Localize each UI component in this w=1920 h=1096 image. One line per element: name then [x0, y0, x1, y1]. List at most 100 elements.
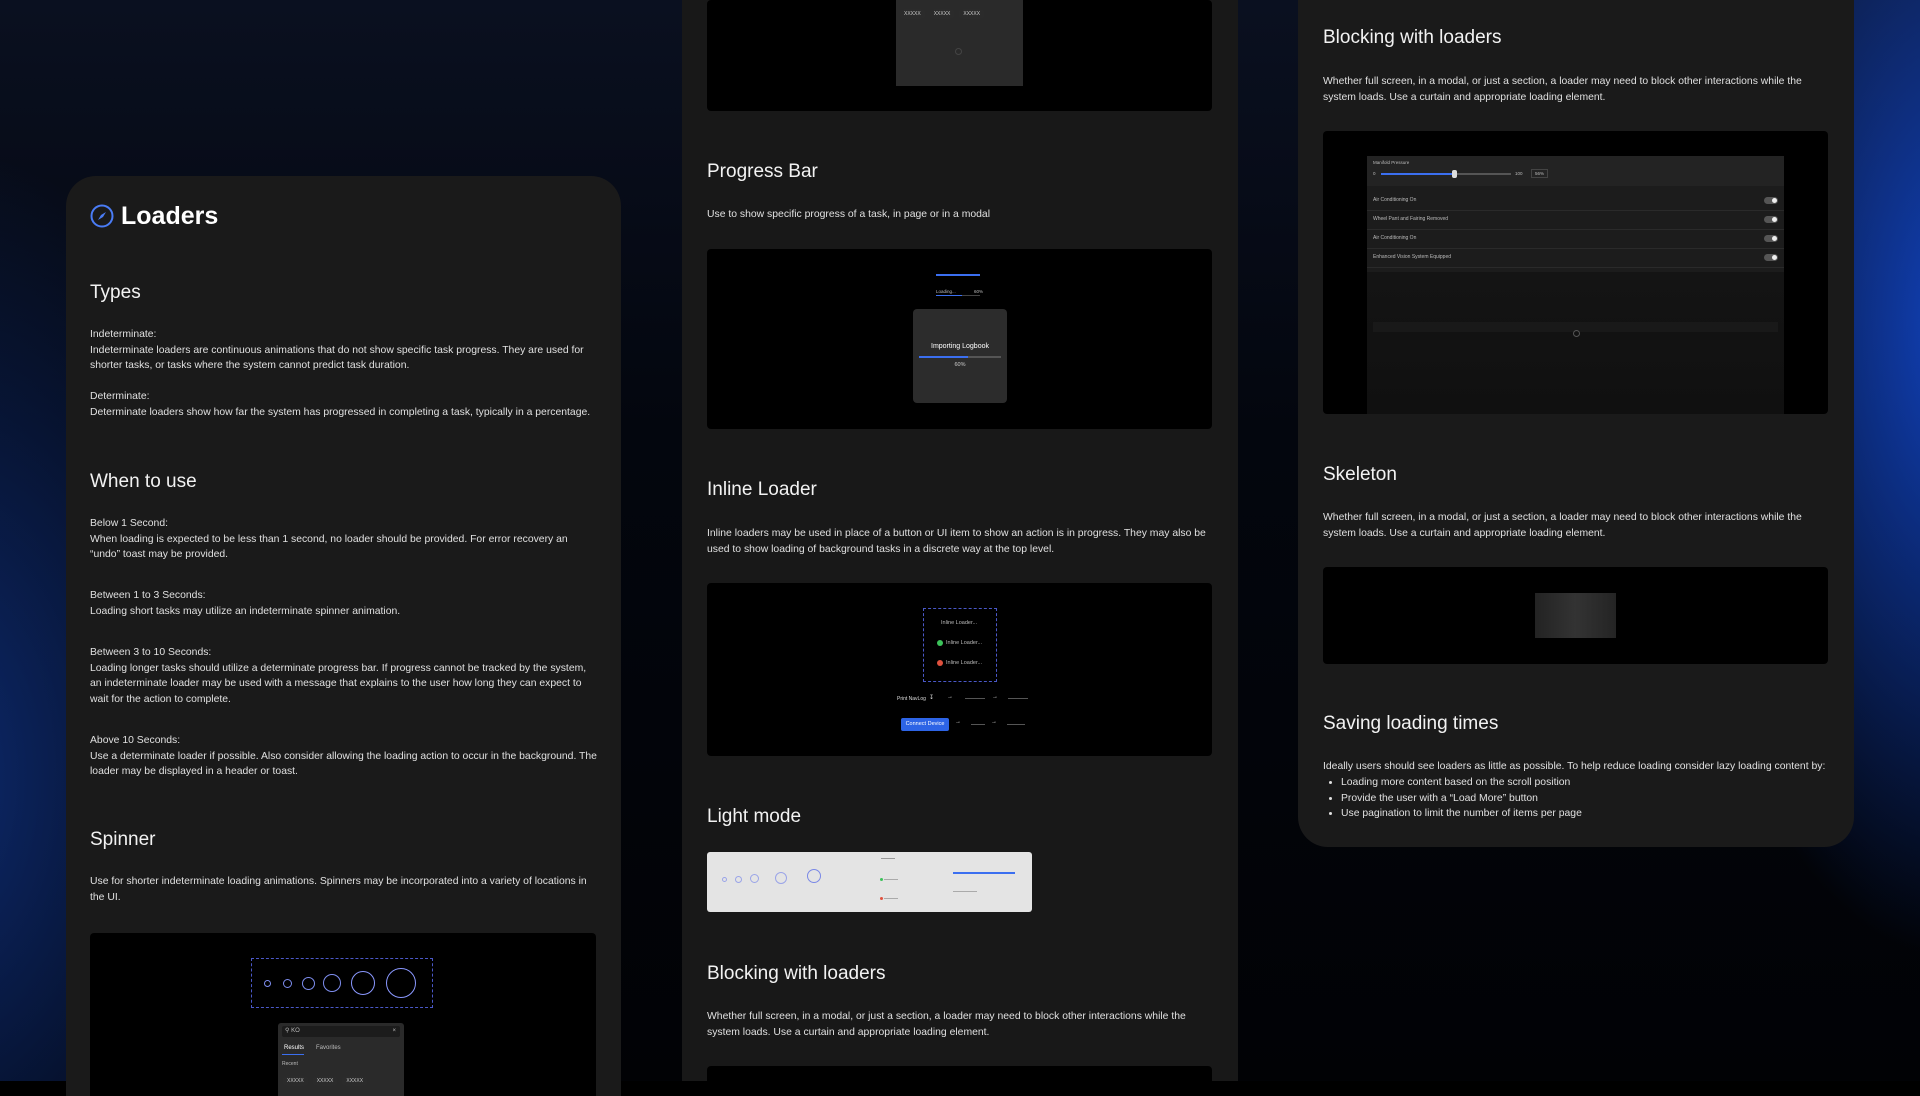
top-chip[interactable]: XXXXX — [958, 9, 986, 19]
error-icon — [937, 660, 943, 666]
light-spinner — [775, 872, 787, 884]
search-value: KO — [291, 1028, 300, 1034]
toggle-switch[interactable] — [1764, 197, 1778, 204]
toggle-row: Wheel Pant and Fairing Removed — [1367, 211, 1784, 230]
light-inline-line — [881, 858, 895, 859]
top-chip[interactable]: XXXXX — [928, 9, 956, 19]
progress-modal: Importing Logbook 60% — [913, 309, 1007, 403]
light-inline-line — [884, 898, 898, 899]
below1-label: Below 1 Second: — [90, 518, 168, 529]
search-popover: ⚲ KO × Results Favorites Recent XXXXX XXX… — [278, 1023, 404, 1096]
slider-min: 0 — [1373, 171, 1376, 176]
progress-track-top — [936, 274, 980, 276]
blocking-panel: Blocking with loaders Whether full scree… — [1298, 0, 1854, 847]
manifold-label: Manifold Pressure — [1373, 160, 1410, 165]
indeterminate-text: Indeterminate loaders are continuous ani… — [90, 344, 584, 372]
spinner-xs — [264, 980, 271, 987]
between310-block: Between 3 to 10 Seconds: Loading longer … — [90, 645, 600, 707]
determinate-text: Determinate loaders show how far the sys… — [90, 406, 591, 418]
between13-text: Loading short tasks may utilize an indet… — [90, 605, 401, 617]
blocking-heading-2: Blocking with loaders — [707, 963, 886, 984]
light-spinner — [735, 876, 742, 883]
spinner-text: Use for shorter indeterminate loading an… — [90, 876, 587, 903]
arrow-right-icon: → — [991, 719, 997, 725]
modal-title: Importing Logbook — [931, 343, 989, 350]
top-chips: XXXXX XXXXX XXXXX — [899, 2, 988, 20]
toggle-label: Enhanced Vision System Equipped — [1373, 254, 1452, 260]
above10-label: Above 10 Seconds: — [90, 735, 181, 746]
manifold-slider-handle[interactable] — [1451, 170, 1457, 178]
progress-small-track — [936, 295, 980, 296]
recent-chip[interactable]: XXXXX — [311, 1076, 339, 1086]
light-inline-line — [884, 879, 898, 880]
top-demo: XXXXX XXXXX XXXXX — [707, 0, 1212, 111]
manifold-slider[interactable] — [1381, 170, 1511, 178]
inline-item-2: Inline Loader... — [946, 640, 983, 646]
toggle-label: Air Conditioning On — [1373, 235, 1417, 241]
progress-panel: XXXXX XXXXX XXXXX Progress Bar Use to show… — [682, 0, 1238, 1081]
light-error-icon — [880, 897, 883, 900]
saving-text: Ideally users should see loaders as litt… — [1323, 761, 1826, 772]
inline-step-bar — [1008, 698, 1028, 699]
compass-icon — [90, 204, 114, 228]
recent-label: Recent — [282, 1061, 298, 1067]
spinner-xl — [351, 971, 375, 995]
toggle-switch[interactable] — [1764, 216, 1778, 223]
page-title: Loaders — [121, 202, 219, 230]
light-check-icon — [880, 878, 883, 881]
toggle-row: Air Conditioning On — [1367, 230, 1784, 249]
blocking-demo: Manifold Pressure 0 100 56% Air Conditio… — [1323, 131, 1828, 414]
light-progress-track — [953, 891, 977, 892]
saving-bullet: Loading more content based on the scroll… — [1341, 775, 1841, 791]
tab-results[interactable]: Results — [284, 1045, 304, 1051]
toggle-row: Air Conditioning On — [1367, 192, 1784, 211]
inline-item-3: Inline Loader... — [946, 660, 983, 666]
slider-max: 100 — [1515, 171, 1523, 176]
light-spinner — [807, 869, 821, 883]
blocking-text-2: Whether full screen, in a modal, or just… — [707, 1011, 1186, 1038]
determinate-block: Determinate: Determinate loaders show ho… — [90, 389, 600, 420]
inline-step-bar — [965, 698, 985, 699]
blocking-spinner — [1573, 330, 1580, 337]
between13-block: Between 1 to 3 Seconds: Loading short ta… — [90, 588, 600, 619]
modal-pct: 60% — [954, 362, 966, 368]
inline-heading: Inline Loader — [707, 479, 817, 500]
indeterminate-block: Indeterminate: Indeterminate loaders are… — [90, 327, 600, 374]
inline-item-1: Inline Loader... — [941, 620, 978, 626]
inline-demo: Inline Loader... Inline Loader... Inline… — [707, 583, 1212, 756]
between13-label: Between 1 to 3 Seconds: — [90, 590, 206, 601]
recent-chips: XXXXX XXXXX XXXXX — [282, 1069, 371, 1087]
toggle-switch[interactable] — [1764, 254, 1778, 261]
saving-bullet: Use pagination to limit the number of it… — [1341, 806, 1841, 822]
blocking-screen: Manifold Pressure 0 100 56% Air Conditio… — [1367, 156, 1784, 414]
print-navlog-label[interactable]: Print NavLog — [897, 696, 926, 702]
above10-text: Use a determinate loader if possible. Al… — [90, 750, 597, 778]
skeleton-demo — [1323, 567, 1828, 664]
modal-progress-fill — [919, 356, 969, 358]
inline-step-bar — [1007, 724, 1025, 725]
skeleton-heading: Skeleton — [1323, 464, 1397, 485]
progress-small-label: Loading... — [936, 289, 956, 294]
below1-text: When loading is expected to be less than… — [90, 533, 568, 561]
blocking-demo-2 — [707, 1066, 1212, 1081]
light-spinner — [750, 874, 759, 883]
loaders-panel: Loaders Types Indeterminate: Indetermina… — [66, 176, 621, 1096]
recent-chip[interactable]: XXXXX — [282, 1076, 309, 1086]
arrow-right-icon: → — [955, 719, 961, 725]
saving-bullet: Provide the user with a “Load More” butt… — [1341, 791, 1841, 807]
arrow-right-icon: → — [947, 694, 953, 700]
search-input[interactable]: ⚲ KO × — [282, 1026, 400, 1037]
skeleton-block — [1535, 593, 1616, 638]
check-icon — [937, 640, 943, 646]
slider-value-field[interactable]: 56% — [1531, 169, 1549, 178]
between310-text: Loading longer tasks should utilize a de… — [90, 662, 587, 705]
above10-block: Above 10 Seconds: Use a determinate load… — [90, 733, 600, 780]
tab-favorites[interactable]: Favorites — [316, 1045, 341, 1051]
top-demo-card: XXXXX XXXXX XXXXX — [896, 0, 1023, 86]
connect-device-button[interactable]: Connect Device — [901, 718, 949, 731]
recent-chip[interactable]: XXXXX — [341, 1076, 369, 1086]
toggle-switch[interactable] — [1764, 235, 1778, 242]
close-icon[interactable]: × — [392, 1026, 396, 1037]
top-chip[interactable]: XXXXX — [899, 9, 926, 19]
spinner-m — [302, 977, 315, 990]
